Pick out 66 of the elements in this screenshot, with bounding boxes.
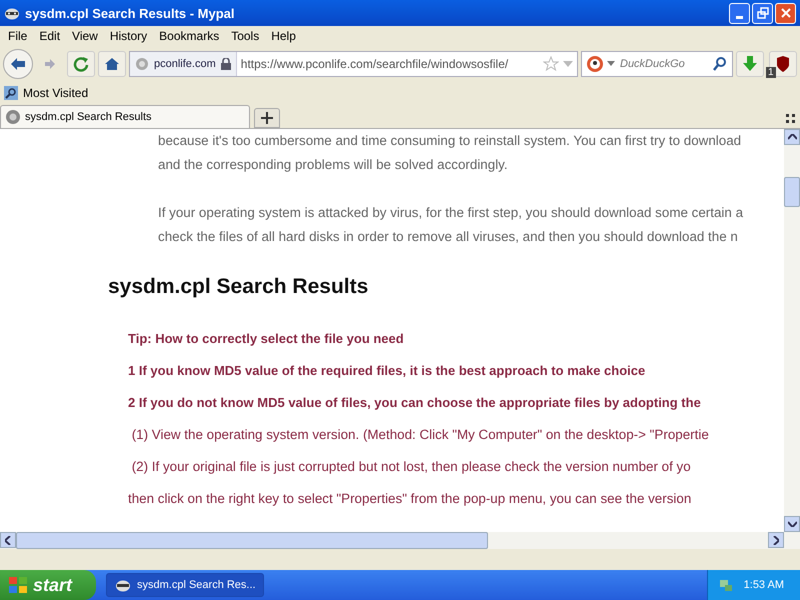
reload-button[interactable] xyxy=(67,51,95,77)
search-icon[interactable] xyxy=(712,56,728,72)
downloads-button[interactable] xyxy=(736,51,764,77)
scroll-thumb[interactable] xyxy=(16,532,488,549)
minimize-button[interactable] xyxy=(729,2,750,24)
close-button[interactable] xyxy=(775,2,796,24)
dropdown-icon[interactable] xyxy=(607,61,615,67)
tip-line: (2) If your original file is just corrupted but not lost, then please check the version number of yo xyxy=(130,458,692,476)
chevron-up-icon xyxy=(788,134,796,140)
extension-badge: 1 xyxy=(766,67,776,78)
star-icon[interactable] xyxy=(543,56,559,72)
taskbar-task[interactable]: sysdm.cpl Search Res... xyxy=(106,573,264,597)
chevron-right-icon xyxy=(773,536,779,544)
windows-flag-icon xyxy=(8,576,28,594)
minimize-icon xyxy=(736,16,743,18)
restore-icon xyxy=(756,7,768,19)
menu-item[interactable]: File xyxy=(2,29,34,43)
vertical-scrollbar[interactable] xyxy=(784,129,800,532)
restore-button[interactable] xyxy=(752,2,773,24)
shield-icon xyxy=(775,56,791,72)
horizontal-scrollbar[interactable] xyxy=(0,532,800,549)
menu-item[interactable]: Edit xyxy=(33,29,66,43)
home-button[interactable] xyxy=(98,51,126,77)
section-heading: sysdm.cpl Search Results xyxy=(108,275,370,300)
scroll-down-button[interactable] xyxy=(784,516,800,532)
scroll-left-button[interactable] xyxy=(0,532,16,548)
paragraph-line: and the corresponding problems will be solved accordingly. xyxy=(158,156,509,174)
tip-line: (1) View the operating system version. (Method: Click "My Computer" on the desktop-> "Propertie xyxy=(130,426,710,444)
tip-line: 2 If you do not know MD5 value of files, you can choose the appropriate files by adopting the xyxy=(128,394,702,412)
search-bar[interactable]: DuckDuckGo xyxy=(581,51,733,77)
menu-item[interactable]: View xyxy=(66,29,104,43)
chevron-down-icon xyxy=(788,521,796,527)
menu-item[interactable]: Bookmarks xyxy=(153,29,226,43)
chevron-left-icon xyxy=(5,536,11,544)
site-identity[interactable]: pconlife.com xyxy=(130,52,237,76)
paragraph-line: If your operating system is attacked by virus, for the first step, you should download some certain a xyxy=(158,204,744,222)
tip-line: then click on the right key to select "Properties" from the pop-up menu, you can see the version xyxy=(128,490,692,508)
home-icon xyxy=(104,56,120,72)
scroll-up-button[interactable] xyxy=(784,129,800,145)
down-arrow-icon xyxy=(743,56,757,72)
tip-line: Tip: How to correctly select the file you need xyxy=(128,330,405,348)
window-title: sysdm.cpl Search Results - Mypal xyxy=(25,6,236,20)
url-text: https://www.pconlife.com/searchfile/windowsosfile/ xyxy=(240,57,510,71)
plus-icon xyxy=(261,112,273,124)
shield-extension-button[interactable]: 1 xyxy=(769,51,797,77)
reload-icon xyxy=(73,56,89,72)
scroll-thumb[interactable] xyxy=(784,177,800,207)
forward-arrow-icon xyxy=(44,58,56,70)
menu-item[interactable]: Help xyxy=(265,29,302,43)
tip-line: 1 If you know MD5 value of the required files, it is the best approach to make choice xyxy=(128,362,646,380)
close-icon xyxy=(780,7,792,19)
back-arrow-icon xyxy=(10,57,26,71)
start-button[interactable]: start xyxy=(0,570,96,600)
new-tab-button[interactable] xyxy=(254,108,280,128)
clock: 1:53 AM xyxy=(744,579,784,591)
scroll-right-button[interactable] xyxy=(768,532,784,548)
grip-icon xyxy=(786,114,796,124)
back-button[interactable] xyxy=(3,49,33,79)
browser-tab[interactable]: sysdm.cpl Search Results xyxy=(0,105,250,128)
paragraph-line: check the files of all hard disks in order to remove all viruses, and then you should download the n xyxy=(158,228,739,246)
bookmark-item[interactable]: Most Visited xyxy=(3,85,88,101)
menu-item[interactable]: Tools xyxy=(225,29,266,43)
menu-item[interactable]: History xyxy=(104,29,154,43)
paragraph-line: because it's too cumbersome and time consuming to reinstall system. You can first try to download xyxy=(158,132,742,150)
lock-icon xyxy=(220,58,231,70)
address-bar[interactable]: pconlife.com https://www.pconlife.com/searchfile/windowsosfile/ xyxy=(129,51,578,77)
